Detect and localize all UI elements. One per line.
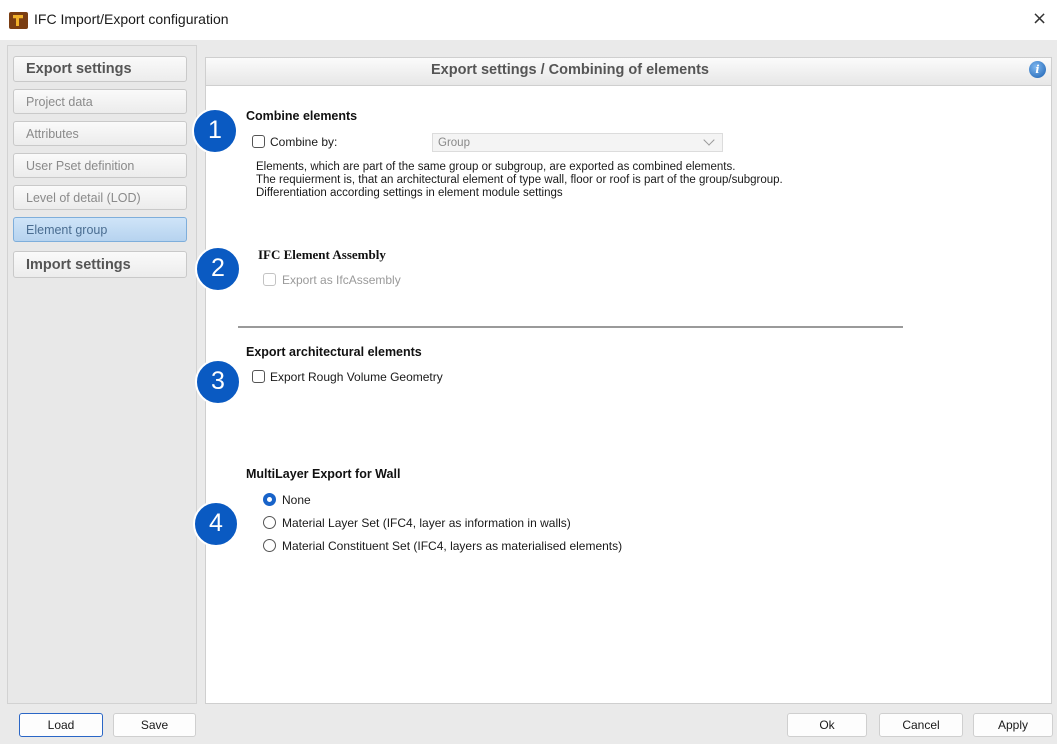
multilayer-export-title: MultiLayer Export for Wall [246, 467, 401, 481]
combine-by-checkbox[interactable] [252, 135, 265, 148]
save-button[interactable]: Save [113, 713, 196, 737]
app-logo-icon [9, 12, 28, 29]
sidebar-item-attributes[interactable]: Attributes [13, 121, 187, 146]
title-bar: IFC Import/Export configuration × [0, 0, 1057, 40]
apply-button[interactable]: Apply [973, 713, 1053, 737]
combine-elements-title: Combine elements [246, 109, 358, 123]
dialog-window: IFC Import/Export configuration × Export… [0, 0, 1057, 744]
radio-material-layer-set-label: Material Layer Set (IFC4, layer as infor… [282, 516, 571, 530]
radio-none[interactable] [263, 493, 276, 506]
cancel-button[interactable]: Cancel [879, 713, 963, 737]
sidebar-item-import-settings[interactable]: Import settings [13, 251, 187, 278]
ifc-element-assembly-title: IFC Element Assembly [258, 247, 386, 262]
export-rough-volume-checkbox[interactable] [252, 370, 265, 383]
window-title: IFC Import/Export configuration [34, 11, 229, 27]
radio-material-constituent-set[interactable] [263, 539, 276, 552]
export-rough-volume-label: Export Rough Volume Geometry [270, 370, 443, 384]
export-ifcassembly-label: Export as IfcAssembly [282, 273, 401, 287]
sidebar-item-project-data[interactable]: Project data [13, 89, 187, 114]
export-architectural-elements-title: Export architectural elements [246, 345, 422, 359]
step-badge-3: 3 [195, 359, 241, 405]
step-badge-1: 1 [192, 108, 238, 154]
combine-by-label: Combine by: [270, 135, 338, 149]
combine-description-line-3: Differentiation according settings in el… [256, 187, 563, 199]
radio-none-label: None [282, 493, 311, 507]
export-ifcassembly-checkbox[interactable] [263, 273, 276, 286]
sidebar-item-level-of-detail[interactable]: Level of detail (LOD) [13, 185, 187, 210]
panel-title: Export settings / Combining of elements [431, 62, 709, 78]
close-icon[interactable]: × [1032, 8, 1047, 29]
section-divider [238, 326, 903, 328]
combine-description-line-1: Elements, which are part of the same gro… [256, 161, 736, 173]
sidebar-item-user-pset-definition[interactable]: User Pset definition [13, 153, 187, 178]
info-icon[interactable]: i [1029, 61, 1046, 78]
combine-description-line-2: The requierment is, that an architectura… [256, 174, 783, 186]
combine-by-select-value: Group [438, 137, 470, 149]
combine-by-select[interactable] [432, 133, 723, 152]
ok-button[interactable]: Ok [787, 713, 867, 737]
load-button[interactable]: Load [19, 713, 103, 737]
radio-material-layer-set[interactable] [263, 516, 276, 529]
step-badge-4: 4 [193, 501, 239, 547]
step-badge-2: 2 [195, 246, 241, 292]
radio-material-constituent-set-label: Material Constituent Set (IFC4, layers a… [282, 539, 623, 553]
sidebar-item-element-group[interactable]: Element group [13, 217, 187, 242]
sidebar-item-export-settings[interactable]: Export settings [13, 56, 187, 82]
